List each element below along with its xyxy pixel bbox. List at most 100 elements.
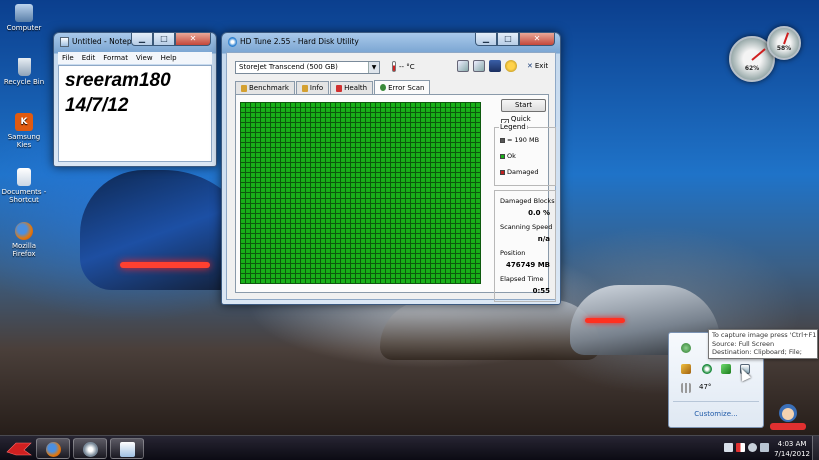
options-icon[interactable] — [505, 60, 517, 72]
scan-block — [331, 243, 335, 248]
scan-block — [246, 178, 250, 183]
tab-error-scan[interactable]: Error Scan — [374, 80, 431, 94]
exit-button[interactable]: ✕ Exit — [527, 62, 548, 70]
scan-block — [276, 138, 280, 143]
scan-block — [351, 223, 355, 228]
network-icon[interactable] — [760, 443, 769, 452]
ram-meter-gadget[interactable]: 58% — [767, 26, 801, 60]
desktop-icon-documents-shortcut[interactable]: Documents - Shortcut — [0, 168, 48, 204]
menu-view[interactable]: View — [136, 52, 153, 64]
menu-edit[interactable]: Edit — [82, 52, 96, 64]
scan-block — [326, 263, 330, 268]
scan-block — [356, 138, 360, 143]
scan-block — [476, 133, 480, 138]
scan-block — [256, 128, 260, 133]
tab-info[interactable]: Info — [295, 81, 330, 94]
scan-block — [381, 258, 385, 263]
scan-block — [341, 258, 345, 263]
show-desktop-button[interactable] — [812, 436, 819, 460]
desktop-icon-recycle-bin[interactable]: Recycle Bin — [0, 58, 48, 86]
scan-block — [466, 218, 470, 223]
clock[interactable]: 4:03 AM 7/14/2012 — [774, 439, 810, 459]
scan-block — [436, 123, 440, 128]
start-button[interactable]: Start — [501, 99, 546, 112]
desktop-icon-computer[interactable]: Computer — [0, 4, 48, 32]
scan-block — [286, 238, 290, 243]
copy-all-icon[interactable] — [473, 60, 485, 72]
minimize-button[interactable]: ▁ — [475, 33, 497, 46]
desktop-icon-samsung-kies[interactable]: K Samsung Kies — [0, 113, 48, 149]
scan-block — [291, 153, 295, 158]
scan-block — [381, 223, 385, 228]
taskbar-notepad[interactable] — [110, 438, 144, 459]
app-tray-icon[interactable] — [681, 364, 691, 374]
scan-block — [371, 183, 375, 188]
copy-icon[interactable] — [457, 60, 469, 72]
app-tray-icon[interactable] — [702, 364, 712, 374]
scan-block — [446, 273, 450, 278]
scan-block — [376, 108, 380, 113]
scan-block — [441, 128, 445, 133]
scan-block — [371, 178, 375, 183]
scan-block — [441, 218, 445, 223]
scan-block — [336, 268, 340, 273]
scan-block — [376, 163, 380, 168]
desktop-icon-firefox[interactable]: Mozilla Firefox — [0, 222, 48, 258]
scan-block — [431, 243, 435, 248]
volume-icon[interactable] — [748, 443, 757, 452]
scan-block — [421, 113, 425, 118]
scan-block — [406, 188, 410, 193]
scan-block — [361, 218, 365, 223]
taskbar-hdtune[interactable] — [73, 438, 107, 459]
scan-block — [301, 133, 305, 138]
save-icon[interactable] — [489, 60, 501, 72]
app-tray-icon[interactable] — [721, 364, 731, 374]
tab-health[interactable]: Health — [330, 81, 374, 94]
customize-link[interactable]: Customize... — [669, 410, 763, 418]
menu-help[interactable]: Help — [161, 52, 177, 64]
scan-block — [461, 223, 465, 228]
close-button[interactable]: ✕ — [175, 33, 211, 46]
scan-block — [331, 258, 335, 263]
menu-format[interactable]: Format — [103, 52, 128, 64]
drive-select[interactable]: StoreJet Transcend (500 GB) ▼ — [235, 61, 380, 74]
scan-block — [241, 208, 245, 213]
notepad-text-area[interactable]: sreeram180 14/7/12 — [58, 65, 212, 162]
maximize-button[interactable]: □ — [153, 33, 175, 46]
scan-block — [296, 253, 300, 258]
minimize-button[interactable]: ▁ — [131, 33, 153, 46]
maximize-button[interactable]: □ — [497, 33, 519, 46]
scan-block — [241, 108, 245, 113]
scan-block — [256, 208, 260, 213]
notepad-titlebar[interactable]: Untitled - Notepad ▁ □ ✕ — [54, 33, 216, 51]
scan-block — [346, 103, 350, 108]
scan-block — [411, 253, 415, 258]
scan-block — [291, 128, 295, 133]
notepad-window[interactable]: Untitled - Notepad ▁ □ ✕ File Edit Forma… — [53, 32, 217, 167]
close-button[interactable]: ✕ — [519, 33, 555, 46]
chevron-down-icon[interactable]: ▼ — [368, 62, 379, 73]
scan-block — [476, 208, 480, 213]
scan-block — [351, 253, 355, 258]
scan-block — [421, 243, 425, 248]
recycle-bin-icon — [17, 58, 31, 76]
scan-block — [396, 203, 400, 208]
scan-block — [431, 173, 435, 178]
taskbar-firefox[interactable] — [36, 438, 70, 459]
menu-file[interactable]: File — [62, 52, 74, 64]
scan-block — [386, 168, 390, 173]
scan-block — [391, 198, 395, 203]
scan-block — [406, 258, 410, 263]
action-center-icon[interactable] — [724, 443, 733, 452]
scan-block — [241, 148, 245, 153]
hdtune-window[interactable]: HD Tune 2.55 - Hard Disk Utility ▁ □ ✕ S… — [221, 32, 561, 305]
network-globe-icon[interactable] — [681, 343, 691, 353]
scan-block — [256, 153, 260, 158]
scan-block — [271, 188, 275, 193]
start-button[interactable] — [4, 438, 34, 459]
scan-block — [251, 193, 255, 198]
flag-icon[interactable] — [736, 443, 745, 452]
scan-block — [421, 188, 425, 193]
tab-benchmark[interactable]: Benchmark — [235, 81, 295, 94]
hdtune-titlebar[interactable]: HD Tune 2.55 - Hard Disk Utility ▁ □ ✕ — [222, 33, 560, 51]
